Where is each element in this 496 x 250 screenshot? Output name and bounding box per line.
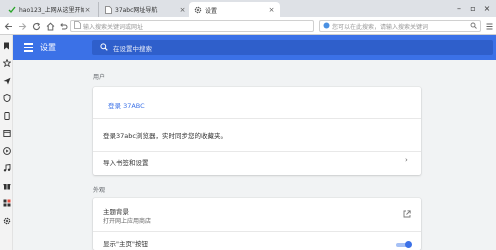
bookmark-icon[interactable]	[2, 41, 11, 50]
play-icon[interactable]	[2, 146, 11, 155]
star-icon[interactable]	[2, 58, 11, 67]
hamburger-menu-icon[interactable]	[24, 43, 33, 52]
calendar-icon[interactable]	[2, 128, 11, 137]
tab-strip: hao123_上网从这里开始 × 37abc网址导航 × 设置 × – ▫ ×	[0, 0, 496, 18]
undo-icon[interactable]	[58, 21, 68, 31]
home-icon[interactable]	[45, 21, 55, 31]
reload-icon[interactable]	[31, 21, 41, 31]
home-button-row: 显示"主页"按钮	[103, 240, 148, 248]
toolbar: 输入搜索关键词或网址 您可以在此搜索，请输入搜索关键词	[0, 17, 496, 35]
tab-hao123[interactable]: hao123_上网从这里开始 ×	[3, 2, 96, 17]
close-icon[interactable]: ×	[84, 6, 91, 14]
back-icon[interactable]	[3, 21, 13, 31]
settings-icon[interactable]	[2, 216, 11, 225]
search-box-placeholder: 您可以在此搜索，请输入搜索关键词	[332, 23, 429, 31]
home-button-toggle[interactable]	[396, 241, 412, 248]
tab-37abc[interactable]: 37abc网址导航 ×	[98, 2, 191, 17]
hao123-icon	[8, 6, 16, 14]
section-label-user: 用户	[93, 74, 106, 81]
section-label-appearance: 外观	[93, 187, 106, 194]
divider	[93, 118, 421, 119]
address-bar[interactable]: 输入搜索关键词或网址	[70, 20, 314, 32]
music-icon[interactable]	[2, 163, 11, 172]
address-placeholder: 输入搜索关键词或网址	[83, 23, 144, 31]
minimize-icon[interactable]: –	[453, 2, 465, 14]
theme-row-title[interactable]: 主题背景	[103, 206, 129, 216]
search-icon[interactable]	[470, 22, 477, 31]
gift-icon[interactable]	[2, 181, 11, 190]
divider	[93, 231, 421, 232]
settings-search-placeholder: 在设置中搜索	[113, 44, 152, 53]
send-icon[interactable]	[2, 76, 11, 85]
gear-icon	[194, 6, 202, 14]
settings-header: 设置 在设置中搜索	[13, 35, 496, 60]
forward-icon[interactable]	[17, 21, 27, 31]
page-title: 设置	[40, 43, 56, 52]
shield-icon[interactable]	[2, 93, 11, 102]
tab-settings[interactable]: 设置 ×	[189, 2, 280, 18]
import-bookmarks-row[interactable]: 导入书签和设置	[103, 157, 149, 167]
phone-icon[interactable]	[2, 111, 11, 120]
signin-description: 登录37abc浏览器，实时同步您的收藏夹。	[103, 132, 227, 140]
divider	[93, 151, 421, 152]
search-engine-icon	[323, 22, 330, 31]
search-icon	[100, 42, 108, 53]
page-icon	[74, 21, 81, 31]
close-icon[interactable]: ×	[268, 6, 275, 14]
apps-icon[interactable]	[2, 198, 11, 207]
close-icon[interactable]: ×	[179, 6, 186, 14]
close-window-icon[interactable]: ×	[481, 2, 493, 14]
maximize-icon[interactable]: ▫	[467, 2, 479, 14]
tab-title: 设置	[205, 7, 218, 15]
settings-search-input[interactable]: 在设置中搜索	[92, 40, 493, 55]
menu-icon[interactable]	[484, 21, 494, 31]
signin-link[interactable]: 登录 37ABC	[108, 100, 145, 110]
sidebar	[0, 35, 13, 250]
tab-title: hao123_上网从这里开始	[19, 7, 84, 14]
tab-title: 37abc网址导航	[115, 7, 158, 14]
open-external-icon[interactable]	[403, 210, 411, 218]
chevron-right-icon[interactable]: ›	[405, 156, 408, 164]
search-box[interactable]: 您可以在此搜索，请输入搜索关键词	[319, 20, 481, 32]
theme-row-subtitle: 打开网上应用商店	[103, 218, 152, 225]
page-icon	[104, 5, 112, 14]
